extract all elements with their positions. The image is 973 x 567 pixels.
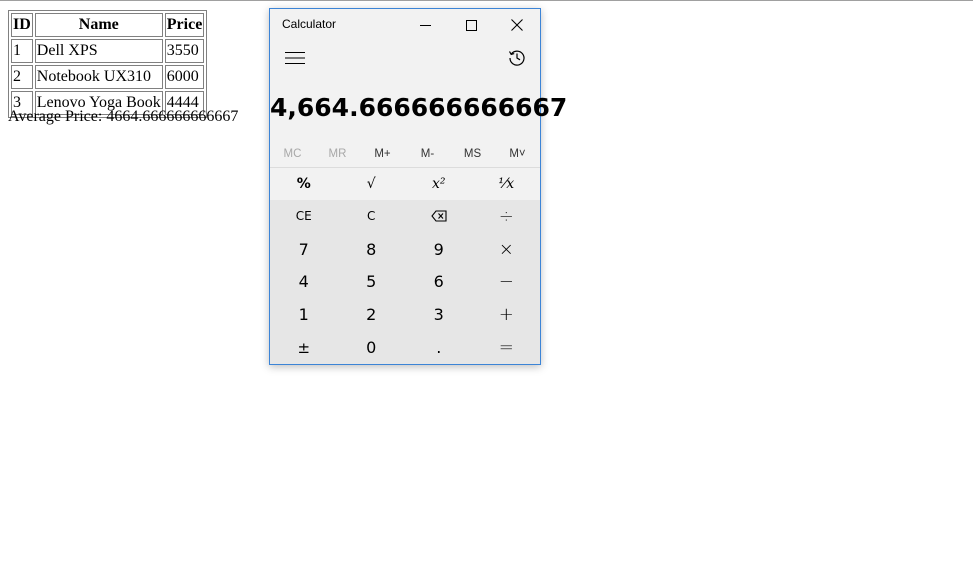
clear-button[interactable]: C [338,200,406,233]
hamburger-menu-icon [285,52,305,64]
decimal-point-button[interactable]: . [405,331,473,364]
maximize-button[interactable] [448,9,494,41]
close-icon [511,19,523,31]
square-button[interactable]: x² [405,168,473,200]
cell-price: 3550 [164,39,205,63]
digit-9-button[interactable]: 9 [405,233,473,266]
average-price-label: Average Price: [8,108,107,125]
memory-subtract-button[interactable]: M- [405,141,450,167]
menu-button[interactable] [282,47,308,69]
divide-button[interactable]: ÷ [473,200,541,233]
digit-7-button[interactable]: 7 [270,233,338,266]
digit-5-button[interactable]: 5 [338,266,406,299]
digit-6-button[interactable]: 6 [405,266,473,299]
memory-clear-button[interactable]: MC [270,141,315,167]
cell-name: Dell XPS [34,39,163,63]
digit-3-button[interactable]: 3 [405,298,473,331]
browser-top-border [0,0,973,1]
memory-store-button[interactable]: MS [450,141,495,167]
digit-4-button[interactable]: 4 [270,266,338,299]
cell-id: 2 [11,65,33,89]
digit-2-button[interactable]: 2 [338,298,406,331]
clear-entry-button[interactable]: CE [270,200,338,233]
cell-id: 1 [11,39,33,63]
column-header-id: ID [11,13,33,37]
multiply-button[interactable]: × [473,233,541,266]
average-price-value: 4664.666666666667 [106,108,239,125]
minimize-button[interactable] [402,9,448,41]
memory-list-button[interactable]: M˅ [495,141,540,167]
column-header-price: Price [164,13,205,37]
calculator-display: 4,664.666666666667 [270,93,568,122]
memory-recall-button[interactable]: MR [315,141,360,167]
digit-1-button[interactable]: 1 [270,298,338,331]
table-row: 1 Dell XPS 3550 [11,39,205,63]
equals-button[interactable]: = [473,331,541,364]
window-title: Calculator [282,17,337,31]
negate-button[interactable]: ± [270,331,338,364]
calculator-titlebar[interactable]: Calculator [270,9,540,41]
percent-button[interactable]: % [270,168,338,200]
table-row: 2 Notebook UX310 6000 [11,65,205,89]
close-button[interactable] [494,9,540,41]
digit-8-button[interactable]: 8 [338,233,406,266]
backspace-icon [431,210,447,222]
cell-price: 6000 [164,65,205,89]
backspace-button[interactable] [405,200,473,233]
average-price-line: Average Price: 4664.666666666667 [8,108,238,126]
maximize-icon [465,19,477,31]
memory-row: MC MR M+ M- MS M˅ [270,141,540,167]
products-table: ID Name Price 1 Dell XPS 3550 2 Notebook… [8,10,208,118]
history-button[interactable] [504,45,530,71]
reciprocal-button[interactable]: ⅟x [472,168,540,200]
subtract-button[interactable]: − [473,266,541,299]
minimize-icon [419,24,431,26]
column-header-name: Name [34,13,163,37]
history-icon [508,50,525,66]
table-header-row: ID Name Price [11,13,205,37]
add-button[interactable]: + [473,298,541,331]
digit-0-button[interactable]: 0 [338,331,406,364]
cell-name: Notebook UX310 [34,65,163,89]
calculator-window: Calculator 4,664.666666666667 MC MR M+ M… [269,8,568,365]
keypad: % √ x² ⅟x CE C ÷ 7 8 9 × 4 5 6 − 1 2 3 +… [270,168,540,364]
memory-add-button[interactable]: M+ [360,141,405,167]
square-root-button[interactable]: √ [337,168,405,200]
